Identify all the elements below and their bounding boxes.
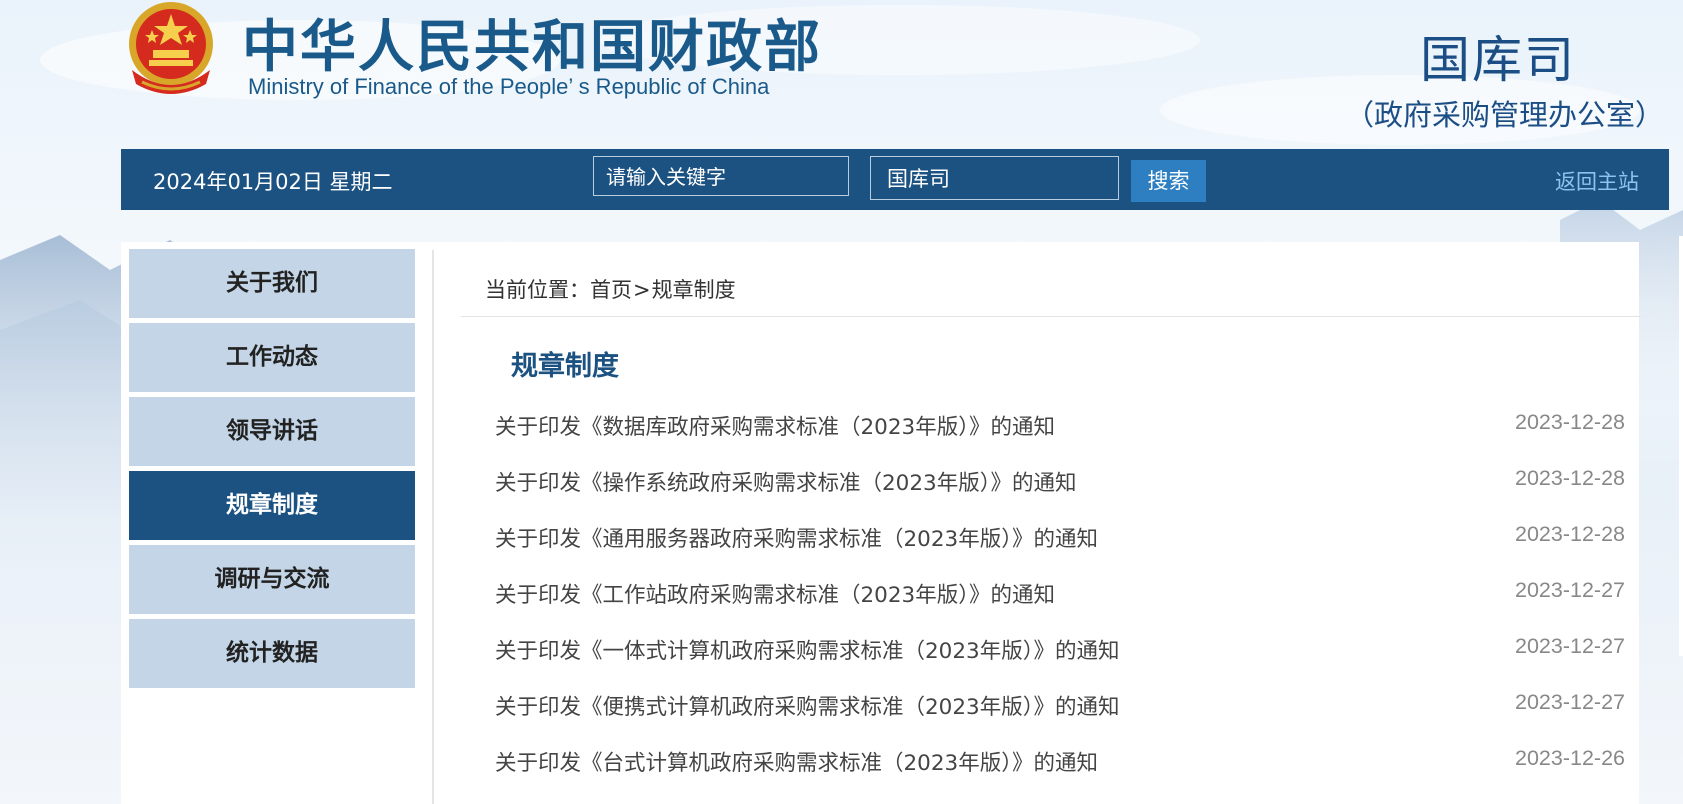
article-date: 2023-12-28	[1515, 410, 1625, 434]
article-date: 2023-12-26	[1515, 746, 1625, 770]
breadcrumb-current[interactable]: 规章制度	[652, 278, 736, 302]
list-item: 关于印发《数据库政府采购需求标准（2023年版）》的通知 2023-12-28	[495, 404, 1625, 460]
breadcrumb: 当前位置：首页>规章制度	[485, 274, 736, 304]
breadcrumb-home-link[interactable]: 首页	[590, 278, 632, 302]
return-home-link[interactable]: 返回主站	[1555, 166, 1639, 196]
search-scope-select[interactable]: 国库司	[870, 156, 1119, 200]
list-item: 关于印发《台式计算机政府采购需求标准（2023年版）》的通知 2023-12-2…	[495, 740, 1625, 796]
article-title-link[interactable]: 关于印发《数据库政府采购需求标准（2023年版）》的通知	[495, 410, 1055, 441]
list-item: 关于印发《工作站政府采购需求标准（2023年版）》的通知 2023-12-27	[495, 572, 1625, 628]
article-date: 2023-12-27	[1515, 634, 1625, 658]
sidebar-item-leader-speeches[interactable]: 领导讲话	[129, 397, 415, 466]
article-title-link[interactable]: 关于印发《台式计算机政府采购需求标准（2023年版）》的通知	[495, 746, 1098, 777]
article-title-link[interactable]: 关于印发《一体式计算机政府采购需求标准（2023年版）》的通知	[495, 634, 1119, 665]
sidebar-item-statistics[interactable]: 统计数据	[129, 619, 415, 688]
sidebar-nav: 关于我们 工作动态 领导讲话 规章制度 调研与交流 统计数据	[129, 249, 415, 693]
content-divider	[461, 316, 1641, 317]
article-title-link[interactable]: 关于印发《通用服务器政府采购需求标准（2023年版）》的通知	[495, 522, 1098, 553]
article-title-link[interactable]: 关于印发《便携式计算机政府采购需求标准（2023年版）》的通知	[495, 690, 1119, 721]
current-date: 2024年01月02日 星期二	[153, 170, 393, 194]
article-list: 关于印发《数据库政府采购需求标准（2023年版）》的通知 2023-12-28 …	[495, 404, 1625, 796]
article-date: 2023-12-27	[1515, 690, 1625, 714]
article-date: 2023-12-28	[1515, 522, 1625, 546]
sidebar-item-about-us[interactable]: 关于我们	[129, 249, 415, 318]
national-emblem-icon	[129, 2, 213, 94]
search-button[interactable]: 搜索	[1131, 160, 1206, 202]
sidebar-item-regulations[interactable]: 规章制度	[129, 471, 415, 540]
site-title-cn: 中华人民共和国财政部	[242, 15, 822, 80]
side-panel-edge	[1679, 236, 1683, 656]
list-item: 关于印发《一体式计算机政府采购需求标准（2023年版）》的通知 2023-12-…	[495, 628, 1625, 684]
breadcrumb-prefix: 当前位置：	[485, 278, 590, 302]
article-title-link[interactable]: 关于印发《工作站政府采购需求标准（2023年版）》的通知	[495, 578, 1055, 609]
list-item: 关于印发《操作系统政府采购需求标准（2023年版）》的通知 2023-12-28	[495, 460, 1625, 516]
search-input[interactable]: 请输入关键字	[593, 156, 849, 196]
sidebar-item-research-exchange[interactable]: 调研与交流	[129, 545, 415, 614]
article-title-link[interactable]: 关于印发《操作系统政府采购需求标准（2023年版）》的通知	[495, 466, 1076, 497]
list-item: 关于印发《便携式计算机政府采购需求标准（2023年版）》的通知 2023-12-…	[495, 684, 1625, 740]
department-name: 国库司	[1420, 31, 1576, 89]
section-title: 规章制度	[511, 351, 619, 382]
article-date: 2023-12-27	[1515, 578, 1625, 602]
list-item: 关于印发《通用服务器政府采购需求标准（2023年版）》的通知 2023-12-2…	[495, 516, 1625, 572]
site-header: 中华人民共和国财政部 Ministry of Finance of the Pe…	[0, 0, 1683, 148]
breadcrumb-separator: >	[633, 278, 651, 302]
site-title-en: Ministry of Finance of the People’ s Rep…	[248, 74, 770, 99]
sidebar-item-work-news[interactable]: 工作动态	[129, 323, 415, 392]
department-subtitle: （政府采购管理办公室）	[1345, 98, 1665, 132]
top-navbar: 2024年01月02日 星期二 请输入关键字 国库司 搜索 返回主站	[121, 149, 1669, 210]
main-content-panel: 关于我们 工作动态 领导讲话 规章制度 调研与交流 统计数据 当前位置：首页>规…	[121, 242, 1641, 804]
sidebar-divider	[432, 250, 434, 804]
article-date: 2023-12-28	[1515, 466, 1625, 490]
